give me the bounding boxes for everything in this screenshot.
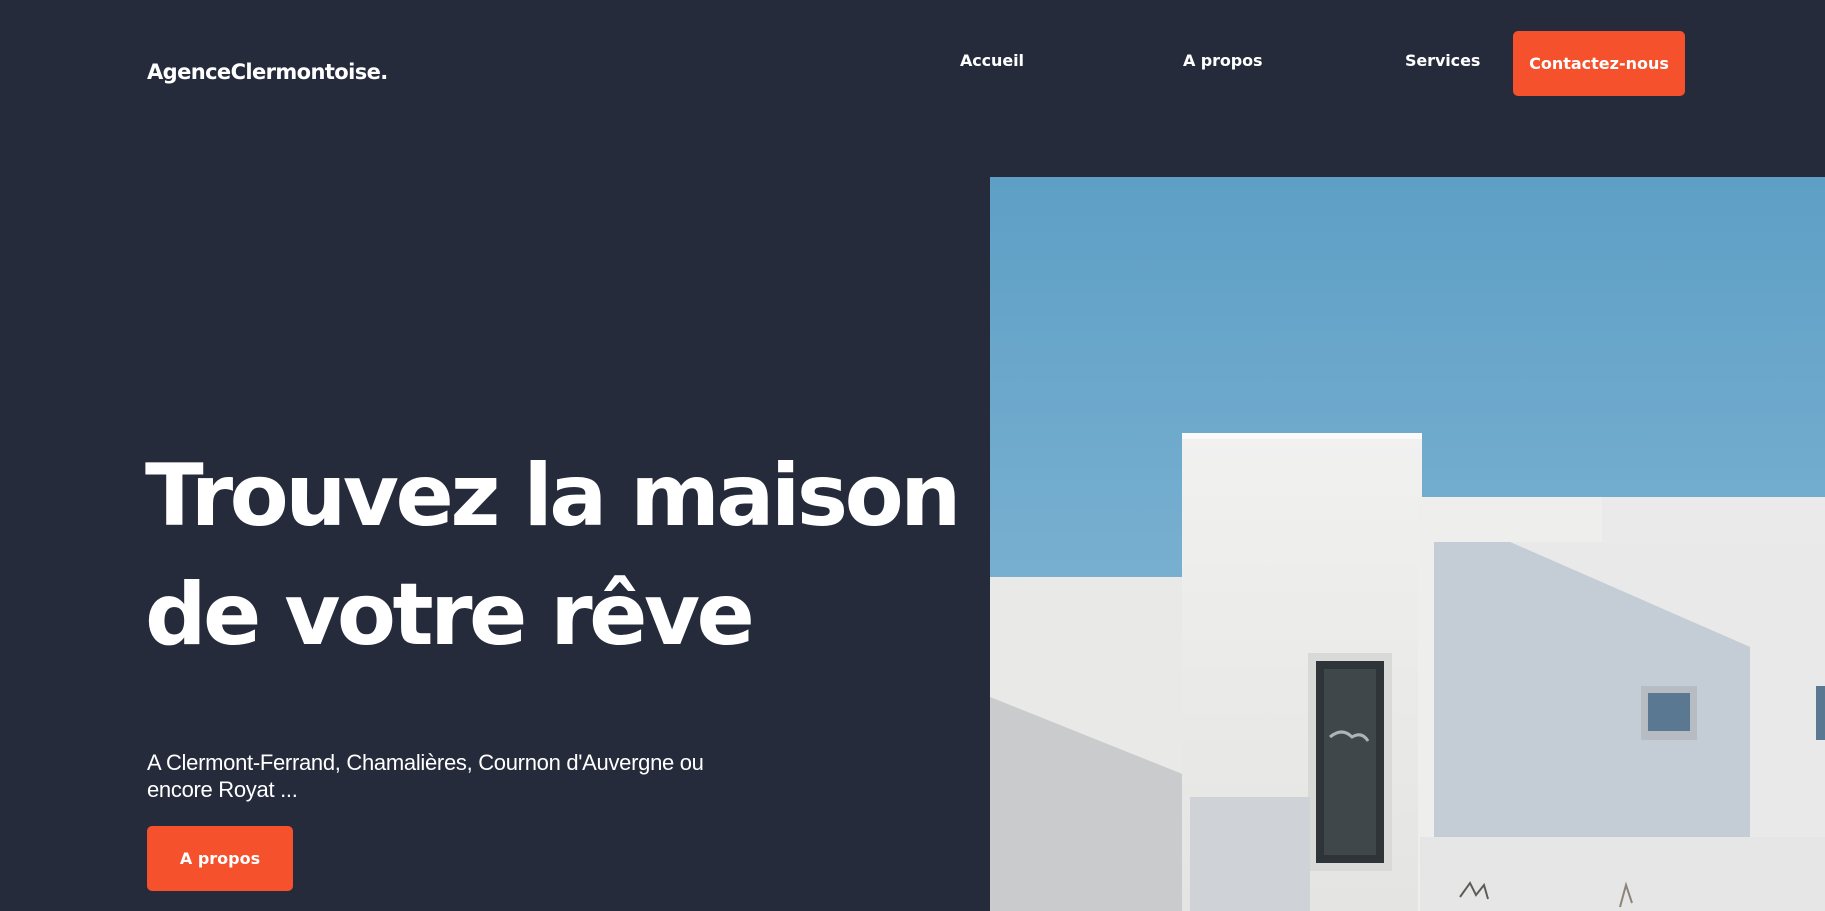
- page: AgenceClermontoise. Accueil A propos Ser…: [0, 0, 1825, 911]
- hero-title-line-1: Trouvez la maison: [145, 446, 961, 546]
- site-logo[interactable]: AgenceClermontoise.: [147, 60, 388, 84]
- hero-subtitle: A Clermont-Ferrand, Chamalières, Cournon…: [147, 749, 747, 803]
- nav-link-services[interactable]: Services: [1405, 51, 1480, 70]
- hero-house-image: [990, 177, 1825, 911]
- hero-subtitle-line-2: encore Royat ...: [147, 777, 298, 802]
- about-button[interactable]: A propos: [147, 826, 293, 891]
- nav-link-accueil[interactable]: Accueil: [960, 51, 1024, 70]
- hero-title: Trouvez la maison de votre rêve: [145, 437, 975, 675]
- top-navigation: AgenceClermontoise. Accueil A propos Ser…: [0, 0, 1825, 120]
- hero-title-line-2: de votre rêve: [145, 565, 755, 665]
- nav-link-a-propos[interactable]: A propos: [1183, 51, 1263, 70]
- hero-subtitle-line-1: A Clermont-Ferrand, Chamalières, Cournon…: [147, 750, 704, 775]
- contact-button[interactable]: Contactez-nous: [1513, 31, 1685, 96]
